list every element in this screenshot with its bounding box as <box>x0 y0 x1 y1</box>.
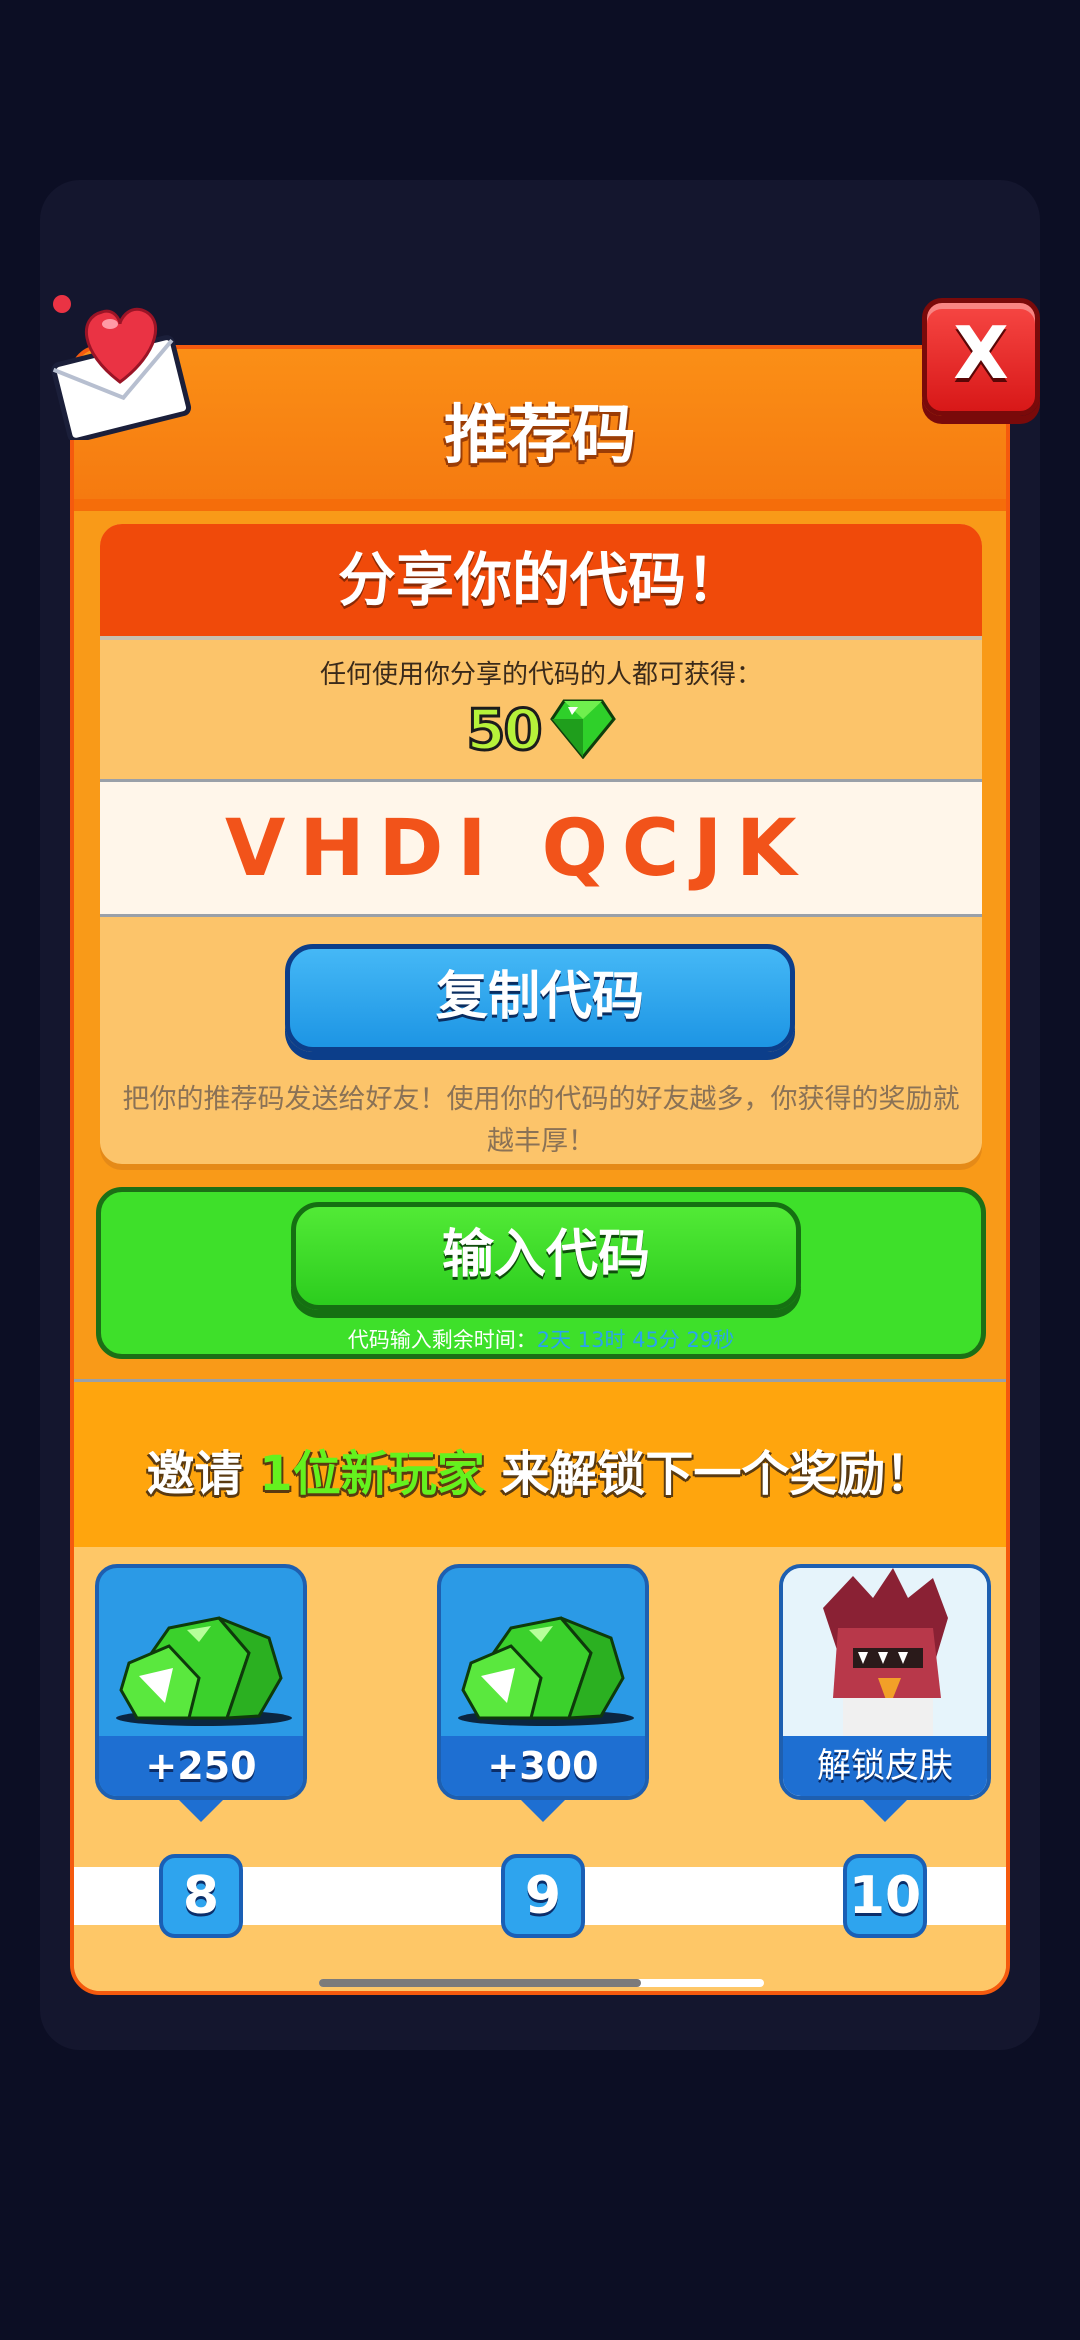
timer-value: 2天 13时 45分 29秒 <box>536 1328 735 1352</box>
reward-card-2[interactable]: +300 <box>437 1564 649 1800</box>
reward-label-1: +250 <box>99 1736 303 1796</box>
referral-panel: 推荐码 分享你的代码！ 任何使用你分享的代码的人都可获得： 50 VHDI QC… <box>70 345 1010 1995</box>
reward-pointer-2 <box>521 1800 565 1822</box>
enter-code-button[interactable]: 输入代码 <box>291 1202 801 1310</box>
copy-code-button[interactable]: 复制代码 <box>285 944 795 1052</box>
referral-code-box[interactable]: VHDI QCJK <box>100 779 982 917</box>
invite-text: 邀请 1位新玩家 来解锁下一个奖励！ <box>74 1434 1006 1504</box>
reward-label-3: 解锁皮肤 <box>783 1736 987 1796</box>
level-badge-10: 10 <box>843 1854 927 1938</box>
panel-header: 推荐码 <box>74 349 1006 511</box>
scrollbar-thumb[interactable] <box>319 1979 641 1987</box>
share-code-card: 分享你的代码！ 任何使用你分享的代码的人都可获得： 50 VHDI QCJK 复… <box>100 524 982 1164</box>
share-reward-amount: 50 <box>465 696 544 764</box>
gem-pile-icon <box>441 1568 645 1740</box>
share-note: 把你的推荐码发送给好友！使用你的代码的好友越多，你获得的奖励就越丰厚！ <box>122 1084 960 1157</box>
reward-label-2: +300 <box>441 1736 645 1796</box>
reward-card-3[interactable]: 解锁皮肤 <box>779 1564 991 1800</box>
referral-code: VHDI QCJK <box>225 804 811 894</box>
level-badge-9: 9 <box>501 1854 585 1938</box>
timer-label: 代码输入剩余时间： <box>347 1328 537 1352</box>
reward-pointer-3 <box>863 1800 907 1822</box>
envelope-heart-icon <box>40 290 200 444</box>
share-reward-text: 任何使用你分享的代码的人都可获得： <box>319 660 762 690</box>
level-badge-8: 8 <box>159 1854 243 1938</box>
gem-pile-icon <box>99 1568 303 1740</box>
gem-icon <box>549 697 616 763</box>
invite-suffix: 来解锁下一个奖励！ <box>484 1446 934 1502</box>
reward-pointer-1 <box>179 1800 223 1822</box>
reward-scrollbar[interactable] <box>319 1979 764 1987</box>
code-timer: 代码输入剩余时间：2天 13时 45分 29秒 <box>101 1324 981 1354</box>
invite-banner: 邀请 1位新玩家 来解锁下一个奖励！ <box>74 1379 1006 1550</box>
skin-character-icon <box>783 1568 987 1740</box>
reward-card-1[interactable]: +250 <box>95 1564 307 1800</box>
close-button[interactable]: X <box>922 298 1040 416</box>
share-heading: 分享你的代码！ <box>100 524 982 640</box>
share-reward: 50 <box>100 696 982 767</box>
invite-highlight: 1位新玩家 <box>259 1446 485 1502</box>
enter-code-card: 输入代码 代码输入剩余时间：2天 13时 45分 29秒 <box>96 1187 986 1359</box>
invite-prefix: 邀请 <box>146 1446 260 1502</box>
page-title: 推荐码 <box>444 399 636 473</box>
